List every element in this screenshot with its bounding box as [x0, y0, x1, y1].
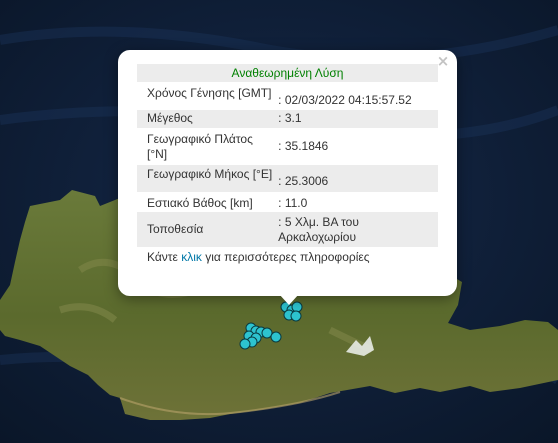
info-value: : 25.3006: [275, 165, 438, 192]
info-label: Γεωγραφικό Μήκος [°E]: [137, 165, 276, 192]
info-label: Μέγεθος: [137, 110, 276, 128]
more-suffix: για περισσότερες πληροφορίες: [201, 250, 370, 264]
marker[interactable]: [261, 327, 273, 339]
info-row-depth: Εστιακό Βάθος [km] : 11.0: [137, 192, 438, 212]
earthquake-info-table: Αναθεωρημένη Λύση Χρόνος Γένησης [GMT] :…: [137, 64, 438, 265]
marker[interactable]: [290, 310, 302, 322]
info-row-origin-time: Χρόνος Γένησης [GMT] : 02/03/2022 04:15:…: [137, 82, 438, 110]
more-prefix: Κάντε: [147, 250, 182, 264]
more-info-link[interactable]: κλικ: [181, 250, 202, 264]
info-value: : 3.1: [275, 110, 438, 128]
info-label: Γεωγραφικό Πλάτος [°N]: [147, 132, 253, 161]
info-value: : 5 Χλμ. ΒΑ του Αρκαλοχωρίου: [275, 212, 438, 247]
popup-title: Αναθεωρημένη Λύση: [137, 64, 438, 82]
popup-title-row: Αναθεωρημένη Λύση: [137, 64, 438, 82]
marker[interactable]: [239, 338, 251, 350]
info-value: : 35.1846: [278, 139, 329, 153]
earthquake-info-popup: × Αναθεωρημένη Λύση Χρόνος Γένησης [GMT]…: [118, 50, 457, 305]
info-row-latitude: Γεωγραφικό Πλάτος [°N] : 35.1846: [137, 128, 438, 165]
info-row-magnitude: Μέγεθος : 3.1: [137, 110, 438, 128]
info-row-longitude: Γεωγραφικό Μήκος [°E] : 25.3006: [137, 165, 438, 192]
popup-tip: [279, 294, 299, 305]
info-label: Εστιακό Βάθος [km]: [147, 196, 253, 210]
info-value: : 02/03/2022 04:15:57.52: [278, 93, 412, 107]
info-label: Τοποθεσία: [137, 212, 276, 247]
more-info-text: Κάντε κλικ για περισσότερες πληροφορίες: [137, 247, 438, 265]
info-value: : 11.0: [278, 196, 308, 210]
info-row-more: Κάντε κλικ για περισσότερες πληροφορίες: [137, 247, 438, 265]
info-row-location: Τοποθεσία : 5 Χλμ. ΒΑ του Αρκαλοχωρίου: [137, 212, 438, 247]
marker[interactable]: [270, 331, 282, 343]
info-label: Χρόνος Γένησης [GMT]: [147, 86, 272, 100]
